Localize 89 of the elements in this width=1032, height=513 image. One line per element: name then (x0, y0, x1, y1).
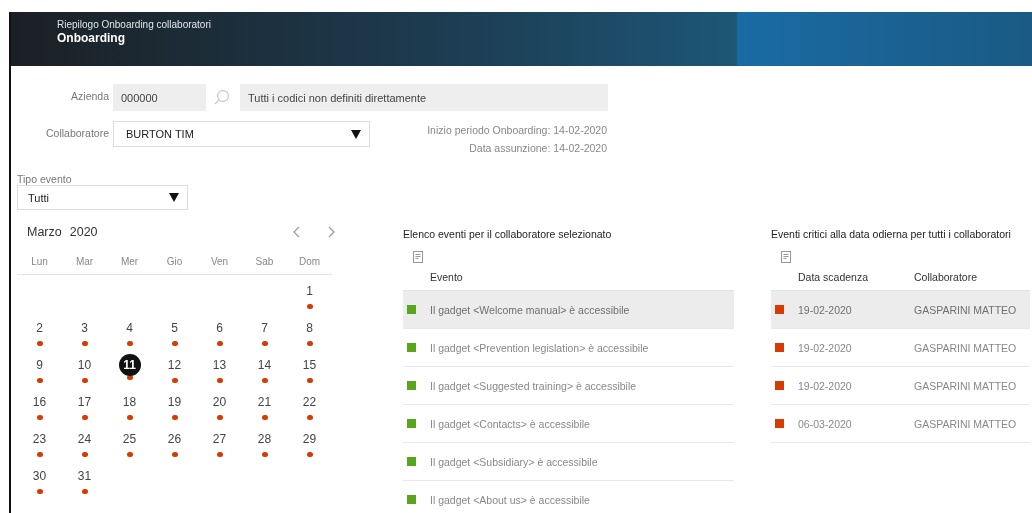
table-row[interactable]: Il gadget <Prevention legislation> è accessibile (403, 329, 734, 367)
column-header[interactable]: Collaboratore (914, 270, 978, 283)
weekday-label: Ven (210, 256, 229, 267)
calendar-day[interactable]: 3 (74, 318, 95, 338)
calendar-day[interactable]: 9 (29, 355, 50, 375)
calendar-day[interactable]: 27 (209, 429, 230, 449)
table-cell: GASPARINI MATTEO (914, 417, 1017, 430)
employee-dropdown[interactable]: BURTON TIM (113, 121, 370, 147)
next-month-icon[interactable] (328, 226, 335, 238)
calendar-day[interactable]: 28 (254, 429, 275, 449)
weekday-label: Lun (31, 256, 48, 267)
calendar-day[interactable]: 4 (119, 318, 140, 338)
calendar-day[interactable]: 22 (299, 392, 320, 412)
document-icon[interactable] (413, 251, 423, 263)
page-title: Onboarding (57, 31, 125, 45)
calendar-day[interactable]: 8 (299, 318, 320, 338)
event-type-dropdown[interactable]: Tutti (17, 185, 188, 210)
calendar-day[interactable]: 18 (119, 392, 140, 412)
table-row[interactable]: Il gadget <Welcome manual> è accessibile (403, 291, 734, 329)
info-text: Data assunzione: 14-02-2020 (469, 141, 607, 156)
weekday-label: Mer (120, 256, 139, 267)
column-header[interactable]: Data scadenza (798, 270, 914, 283)
calendar-day[interactable]: 11 (118, 354, 141, 376)
calendar-day[interactable]: 17 (74, 392, 95, 412)
table-cell: Il gadget <Welcome manual> è accessibile (430, 303, 630, 316)
year-label: 2020 (69, 225, 98, 239)
dropdown-value: Tutti (28, 191, 49, 204)
caret-icon (351, 129, 361, 139)
document-icon[interactable] (781, 251, 791, 263)
calendar-day[interactable]: 30 (29, 466, 50, 486)
column-header[interactable]: Evento (430, 270, 463, 283)
table-row[interactable]: Il gadget <About us> è accessibile (403, 481, 734, 513)
input-field[interactable]: 000000 (113, 84, 206, 111)
weekday-label: Dom (298, 256, 321, 267)
calendar-day[interactable]: 13 (209, 355, 230, 375)
table-row[interactable]: 19-02-2020 GASPARINI MATTEO (771, 291, 1030, 329)
calendar-day[interactable]: 24 (74, 429, 95, 449)
field-label: Tipo evento (17, 173, 72, 185)
section-title: Eventi critici alla data odierna per tutti i collaboratori (771, 228, 1011, 240)
weekday-label: Mar (75, 256, 94, 267)
table-cell: Il gadget <About us> è accessibile (430, 493, 590, 506)
table-cell: Il gadget <Subsidiary> è accessibile (430, 455, 598, 468)
table-cell: GASPARINI MATTEO (914, 303, 1017, 316)
table-row[interactable]: Il gadget <Contacts> è accessibile (403, 405, 734, 443)
calendar-day[interactable]: 7 (254, 318, 275, 338)
table-row[interactable]: Il gadget <Suggested training> è accessibile (403, 367, 734, 405)
table-cell-text: 19-02-2020 (798, 379, 853, 392)
calendar-day[interactable]: 21 (254, 392, 275, 412)
table-cell-text: 19-02-2020 (798, 341, 853, 354)
info-text: Inizio periodo Onboarding: 14-02-2020 (427, 123, 607, 138)
field-label: Collaboratore (44, 126, 110, 139)
calendar-day[interactable]: 29 (299, 429, 320, 449)
table-cell: GASPARINI MATTEO (914, 379, 1017, 392)
calendar-day[interactable]: 26 (164, 429, 185, 449)
calendar-day[interactable]: 15 (299, 355, 320, 375)
calendar-day[interactable]: 31 (74, 466, 95, 486)
table-cell: Il gadget <Contacts> è accessibile (430, 417, 590, 430)
table-cell-text: 19-02-2020 (798, 303, 853, 316)
field-label: Azienda (70, 89, 110, 102)
section-title: Elenco eventi per il collaboratore selezionato (403, 228, 612, 240)
calendar-day[interactable]: 19 (164, 392, 185, 412)
search-icon[interactable] (214, 89, 230, 105)
calendar-day[interactable]: 20 (209, 392, 230, 412)
calendar-day[interactable]: 10 (74, 355, 95, 375)
input-field: Tutti i codici non definiti direttamente (240, 84, 608, 111)
table-cell-text: 06-03-2020 (798, 417, 853, 430)
calendar-day[interactable]: 1 (299, 281, 320, 301)
weekday-label: Sab (255, 256, 274, 267)
month-label: Marzo (27, 225, 62, 239)
table-row[interactable]: 19-02-2020 GASPARINI MATTEO (771, 329, 1030, 367)
weekday-label: Gio (166, 256, 183, 267)
table-cell: Il gadget <Suggested training> è accessibile (430, 379, 637, 392)
dropdown-value: BURTON TIM (126, 128, 194, 140)
calendar-day[interactable]: 2 (29, 318, 50, 338)
calendar-day[interactable]: 5 (164, 318, 185, 338)
calendar-day[interactable]: 23 (29, 429, 50, 449)
calendar-day[interactable]: 16 (29, 392, 50, 412)
calendar-day[interactable]: 12 (164, 355, 185, 375)
calendar-day[interactable]: 25 (119, 429, 140, 449)
table-cell: GASPARINI MATTEO (914, 341, 1017, 354)
caret-icon (169, 193, 179, 202)
previous-month-icon[interactable] (293, 226, 300, 238)
page-subtitle: Riepilogo Onboarding collaboratori (57, 19, 211, 30)
calendar-day[interactable]: 14 (254, 355, 275, 375)
calendar-day[interactable]: 6 (209, 318, 230, 338)
table-row[interactable]: 19-02-2020 GASPARINI MATTEO (771, 367, 1030, 405)
table-row[interactable]: 06-03-2020 GASPARINI MATTEO (771, 405, 1030, 443)
table-cell: Il gadget <Prevention legislation> è accessibile (430, 341, 649, 354)
table-row[interactable]: Il gadget <Subsidiary> è accessibile (403, 443, 734, 481)
